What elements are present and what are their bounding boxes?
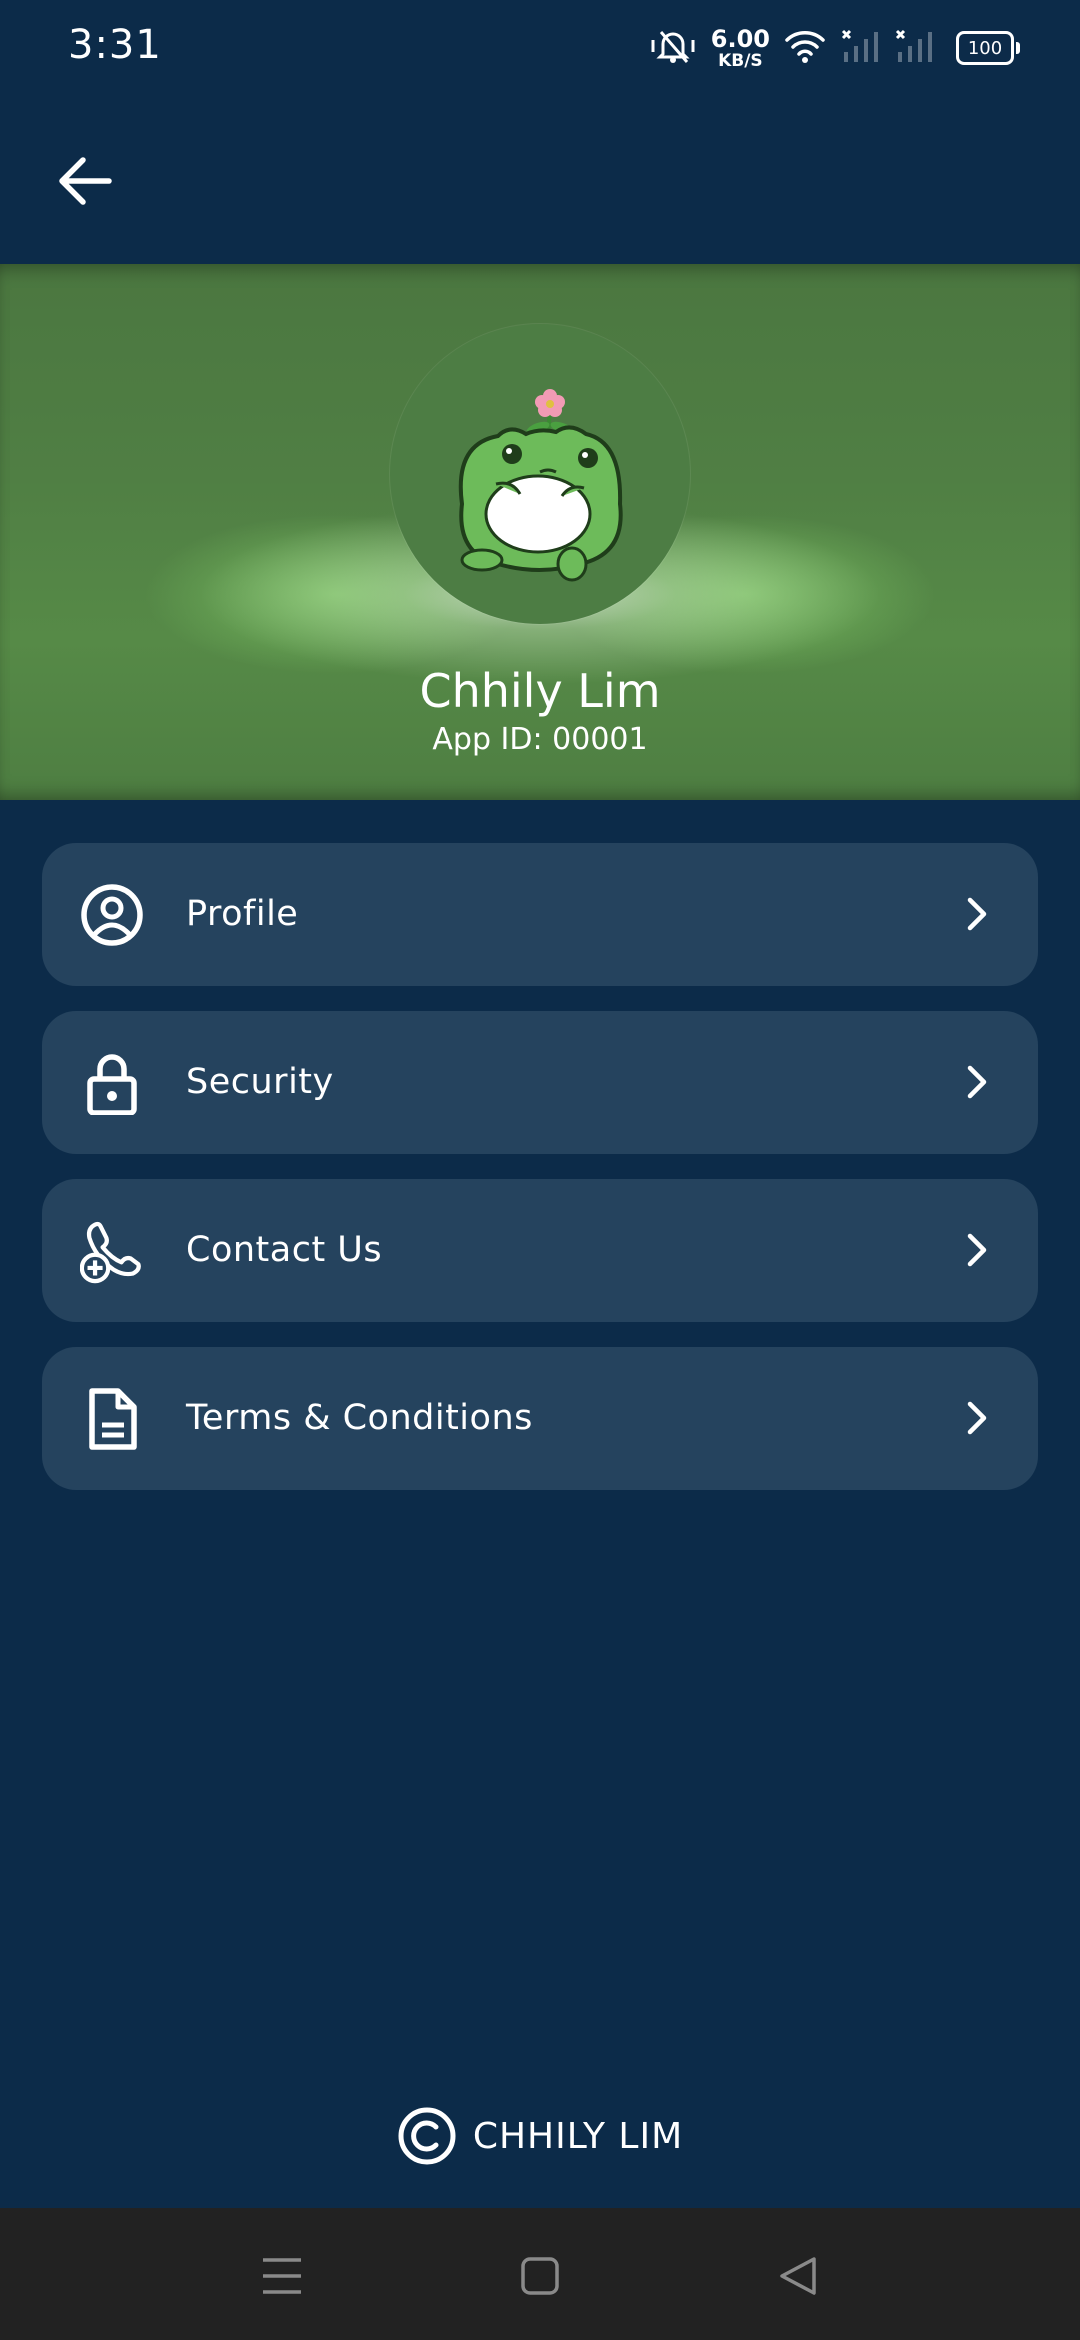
wifi-icon — [784, 28, 826, 68]
profile-banner: Chhily Lim App ID: 00001 — [0, 264, 1080, 800]
nav-home-button[interactable] — [512, 2248, 568, 2304]
arrow-left-icon — [59, 157, 112, 205]
phone-plus-icon — [80, 1219, 144, 1284]
avatar[interactable] — [390, 324, 690, 624]
status-time: 3:31 — [68, 22, 162, 68]
back-triangle-icon — [780, 2257, 816, 2295]
network-speed-unit: KB/S — [718, 50, 763, 71]
app-id: App ID: 00001 — [432, 722, 648, 757]
settings-menu: Profile Security Contact Us Terms & Cond… — [42, 843, 1038, 1515]
menu-item-profile[interactable]: Profile — [42, 843, 1038, 986]
menu-item-label: Security — [186, 1062, 334, 1102]
frog-avatar-icon — [458, 389, 623, 582]
back-button[interactable] — [50, 146, 120, 216]
user-name: Chhily Lim — [419, 664, 661, 718]
home-square-icon — [521, 2257, 559, 2295]
footer-copyright-text: CHHILY LIM — [472, 2115, 684, 2157]
user-circle-icon — [80, 883, 144, 947]
menu-item-security[interactable]: Security — [42, 1011, 1038, 1154]
nav-back-button[interactable] — [770, 2248, 826, 2304]
lock-icon — [80, 1051, 144, 1115]
signal-no-sim-icon — [894, 28, 934, 68]
vibrate-mute-icon — [649, 26, 697, 70]
menu-item-contact-us[interactable]: Contact Us — [42, 1179, 1038, 1322]
status-bar: 3:31 6.00 KB/S 100 — [0, 0, 1080, 96]
battery-icon: 100 — [956, 31, 1020, 65]
menu-icon — [263, 2258, 301, 2294]
battery-level: 100 — [967, 37, 1003, 59]
system-nav-bar — [0, 2208, 1080, 2340]
status-icons: 6.00 KB/S 100 — [649, 22, 1020, 74]
settings-screen: 3:31 6.00 KB/S 100 Chhily Lim App ID: 00… — [0, 0, 1080, 2340]
copyright-icon — [398, 2107, 456, 2165]
chevron-right-icon — [967, 1065, 987, 1099]
menu-item-terms-conditions[interactable]: Terms & Conditions — [42, 1347, 1038, 1490]
menu-item-label: Terms & Conditions — [186, 1398, 533, 1438]
network-speed-value: 6.00 — [710, 24, 770, 53]
document-icon — [80, 1387, 144, 1451]
footer: CHHILY LIM — [0, 2100, 1080, 2172]
chevron-right-icon — [967, 897, 987, 931]
menu-item-label: Profile — [186, 894, 299, 934]
chevron-right-icon — [967, 1233, 987, 1267]
nav-menu-button[interactable] — [254, 2248, 310, 2304]
signal-no-sim-icon — [840, 28, 880, 68]
network-speed: 6.00 KB/S — [711, 27, 770, 70]
menu-item-label: Contact Us — [186, 1230, 383, 1270]
chevron-right-icon — [967, 1401, 987, 1435]
